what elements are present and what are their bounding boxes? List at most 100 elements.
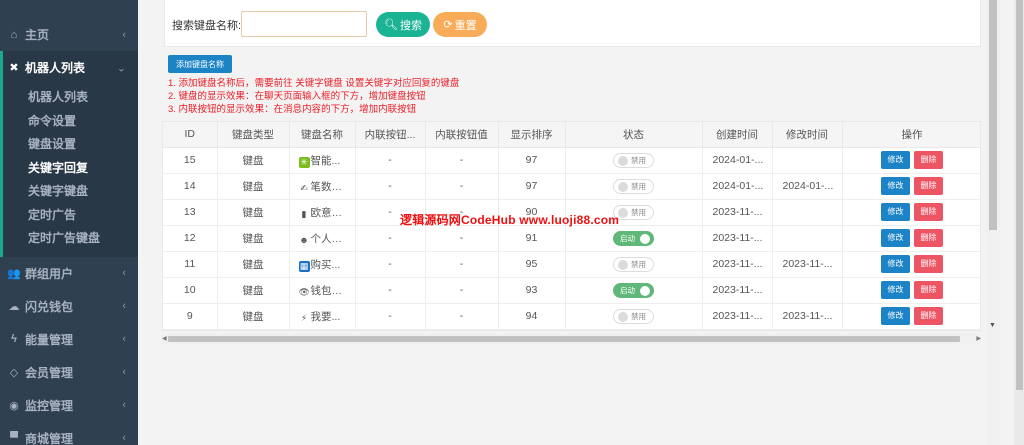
scroll-right-icon[interactable]: ▶: [976, 335, 981, 342]
cell-id: 14: [163, 173, 218, 200]
scroll-left-icon[interactable]: ◀: [162, 335, 167, 342]
cell-modified: [772, 147, 843, 174]
cell-name: ✍ 笔数套餐: [289, 173, 356, 200]
cell-created: 2023-11-...: [702, 225, 773, 252]
sidebar-subitem-keyboard-settings[interactable]: 键盘设置: [3, 133, 138, 157]
column-header: 操作: [842, 122, 980, 148]
table-row: 12 键盘 ☻ 个人中心 - -91 启动 2023-11-... 修改 删除: [163, 225, 980, 252]
sidebar-subitem-commands[interactable]: 命令设置: [3, 110, 138, 134]
chevron-left-icon: ‹: [122, 267, 126, 279]
cell-modified: [772, 277, 843, 304]
cell-status: 启动: [565, 277, 703, 304]
sidebar-item-home[interactable]: ⌂ 主页 ‹: [0, 18, 138, 51]
cell-actions: 修改 删除: [842, 303, 980, 330]
cell-name: ✳ 智能...: [289, 147, 356, 174]
status-toggle[interactable]: 禁用: [613, 256, 654, 272]
edit-button[interactable]: 修改: [881, 255, 911, 273]
help-note: 2. 键盘的显示效果：在聊天页面输入框的下方，增加键盘按钮: [168, 91, 426, 102]
search-icon: 🔍︎: [384, 19, 398, 31]
sidebar-item-group-users[interactable]: 👥 群组用户 ‹: [0, 257, 138, 290]
chevron-left-icon: ‹: [122, 432, 126, 444]
edit-button[interactable]: 修改: [881, 177, 911, 195]
edit-button[interactable]: 修改: [881, 203, 911, 221]
sidebar-item-flash-wallet[interactable]: ☁ 闪兑钱包 ‹: [0, 290, 138, 323]
cell-modified: 2023-11-...: [772, 303, 843, 330]
content-vertical-scrollbar[interactable]: ▼: [986, 0, 1000, 445]
status-toggle[interactable]: 启动: [613, 282, 654, 298]
sidebar-subitem-robot-list[interactable]: 机器人列表: [3, 86, 138, 110]
keyboard-name-text: 欧意汇率: [310, 206, 353, 219]
delete-button[interactable]: 删除: [913, 151, 943, 169]
cloud-icon: ☁: [8, 300, 20, 313]
refresh-icon: ⟳: [443, 19, 453, 31]
cell-created: 2024-01-...: [702, 173, 773, 200]
search-button-label: 搜索: [399, 19, 422, 32]
table-row: 14 键盘 ✍ 笔数套餐 - -97 禁用 2024-01-... 2024-01-... 修改 …: [163, 173, 980, 200]
sidebar-item-shop[interactable]: ▀ 商城管理 ‹: [0, 422, 138, 445]
sidebar-item-energy[interactable]: ϟ 能量管理 ‹: [0, 323, 138, 356]
delete-button[interactable]: 删除: [913, 255, 943, 273]
keyboard-name-search-input[interactable]: [241, 11, 367, 37]
search-button[interactable]: 🔍︎ 搜索: [376, 12, 430, 37]
cell-type: 键盘: [217, 199, 290, 226]
sidebar-item-robots[interactable]: ✖ 机器人列表 ⌄: [0, 51, 138, 84]
keyboard-emoji-icon: ▮: [301, 208, 307, 219]
cell-inline-value: -: [425, 251, 499, 278]
cell-status: 禁用: [565, 251, 703, 278]
edit-button[interactable]: 修改: [881, 307, 911, 325]
column-header: 内联按钮...: [355, 122, 426, 148]
add-keyboard-name-button[interactable]: 添加键盘名称: [168, 55, 232, 73]
help-note: 1. 添加键盘名称后，需要前往 关键字键盘 设置关键字对应回复的键盘: [168, 78, 460, 89]
delete-button[interactable]: 删除: [913, 203, 943, 221]
cell-type: 键盘: [217, 251, 290, 278]
scroll-down-icon[interactable]: ▼: [989, 322, 996, 329]
delete-button[interactable]: 删除: [913, 307, 943, 325]
sidebar-item-label: 机器人列表: [25, 61, 86, 75]
cell-created: 2023-11-...: [702, 303, 773, 330]
cell-name: ▦ 购买...: [289, 251, 356, 278]
robot-icon: ✖: [9, 62, 19, 74]
cell-modified: 2024-01-...: [772, 173, 843, 200]
scrollbar-thumb[interactable]: [1016, 0, 1023, 390]
column-header: 内联按钮值: [425, 122, 499, 148]
status-toggle[interactable]: 禁用: [613, 152, 654, 168]
chevron-left-icon: ‹: [122, 28, 126, 41]
sidebar-subitem-scheduled-ads-keyboard[interactable]: 定时广告键盘: [3, 227, 138, 251]
cell-inline-button: -: [355, 225, 426, 252]
delete-button[interactable]: 删除: [913, 281, 943, 299]
delete-button[interactable]: 删除: [913, 177, 943, 195]
home-icon: ⌂: [10, 28, 18, 41]
cell-id: 9: [163, 303, 218, 330]
scrollbar-thumb[interactable]: [989, 0, 997, 230]
page-vertical-scrollbar[interactable]: [1014, 0, 1024, 445]
reset-button[interactable]: ⟳ 重置: [433, 12, 487, 37]
table-row: 15 键盘 ✳ 智能... - -97 禁用 2024-01-... 修改 删除: [163, 147, 980, 174]
cell-created: 2023-11-...: [702, 199, 773, 226]
cell-status: 禁用: [565, 303, 703, 330]
cell-actions: 修改 删除: [842, 199, 980, 226]
sidebar-subitem-scheduled-ads[interactable]: 定时广告: [3, 204, 138, 228]
keyboard-emoji-icon: ☻: [299, 234, 309, 245]
status-toggle[interactable]: 禁用: [613, 178, 654, 194]
keyboard-name-text: 我要...: [310, 310, 341, 323]
sidebar-subitem-keyword-reply[interactable]: 关键字回复: [3, 157, 138, 181]
status-toggle[interactable]: 启动: [613, 230, 654, 246]
sidebar-subitem-keyword-keyboard[interactable]: 关键字键盘: [3, 180, 138, 204]
table-header-row: ID 键盘类型 键盘名称 内联按钮... 内联按钮值 显示排序 状态 创建时间 修改时间 操作: [163, 122, 980, 148]
sidebar-item-members[interactable]: ◇ 会员管理 ‹: [0, 356, 138, 389]
sidebar-item-label: 商城管理: [25, 431, 74, 445]
cell-actions: 修改 删除: [842, 277, 980, 304]
sidebar-item-monitor[interactable]: ◉ 监控管理 ‹: [0, 389, 138, 422]
table-horizontal-scrollbar[interactable]: ◀ ▶: [162, 334, 981, 344]
cell-inline-button: -: [355, 147, 426, 174]
delete-button[interactable]: 删除: [913, 229, 943, 247]
edit-button[interactable]: 修改: [881, 281, 911, 299]
status-toggle[interactable]: 禁用: [613, 308, 654, 324]
edit-button[interactable]: 修改: [881, 151, 911, 169]
watermark-text: 逻辑源码网CodeHub www.luoji88.com: [400, 213, 620, 227]
column-header: 创建时间: [702, 122, 773, 148]
chevron-left-icon: ‹: [122, 300, 126, 312]
cell-status: 启动: [565, 225, 703, 252]
edit-button[interactable]: 修改: [881, 229, 911, 247]
scrollbar-thumb[interactable]: [168, 336, 960, 342]
